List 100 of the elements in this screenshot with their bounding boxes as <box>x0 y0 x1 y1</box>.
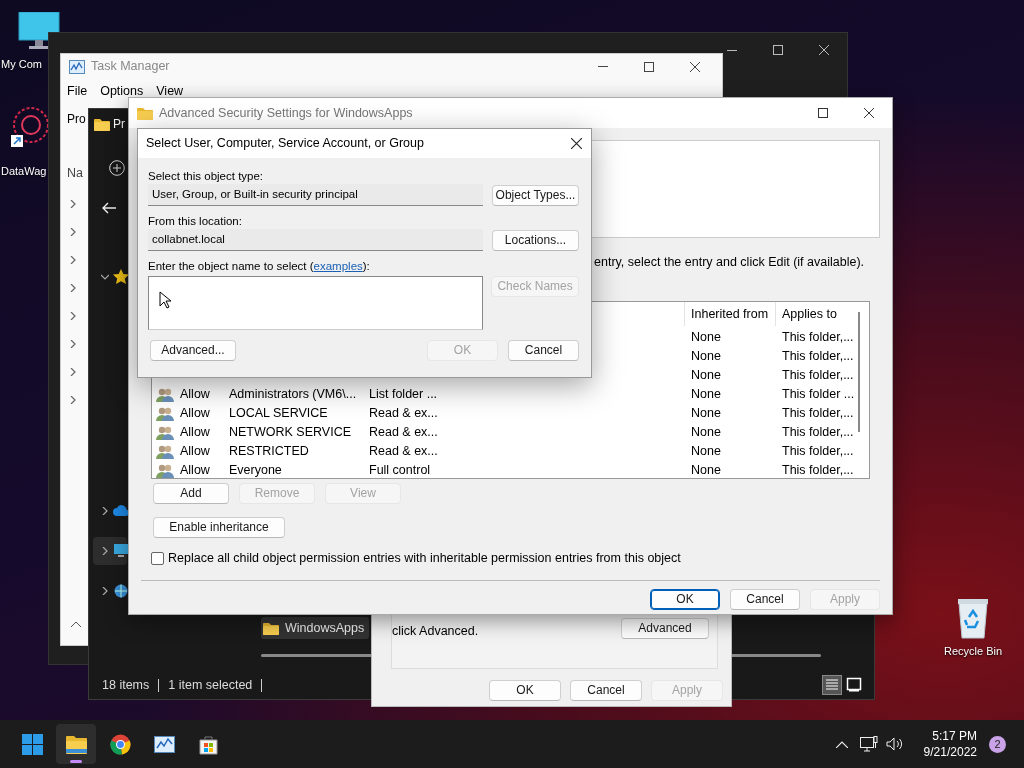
icon-label[interactable]: Recycle Bin <box>944 643 1003 660</box>
scrollbar[interactable] <box>858 312 860 432</box>
table-cell-text: Allow <box>180 386 210 404</box>
clock-time[interactable]: 5:17 PM <box>932 728 977 744</box>
add-icon[interactable] <box>109 159 125 176</box>
chevron-up-icon[interactable] <box>835 740 848 748</box>
dialog-button[interactable]: Cancel <box>730 588 800 610</box>
users-icon <box>156 443 174 460</box>
folder-icon <box>137 106 153 120</box>
list-icon <box>824 677 840 693</box>
back-arrow-icon[interactable] <box>102 201 116 214</box>
dialog-button[interactable]: OK <box>650 588 720 610</box>
window-title: Task Manager <box>91 58 170 76</box>
maximize-icon <box>644 61 654 72</box>
field-label: From this location: <box>148 214 243 229</box>
table-cell: This folder,... <box>782 349 854 364</box>
column-header[interactable]: Inherited from <box>684 302 775 326</box>
monitor-icon <box>17 12 61 52</box>
table-cell: None <box>691 406 721 421</box>
table-cell: Read & ex... <box>369 425 438 440</box>
table-cell: This folder,... <box>782 368 854 383</box>
advanced-button[interactable]: Advanced <box>621 618 709 639</box>
table-cell: LOCAL SERVICE <box>229 406 328 421</box>
taskbar-app-button[interactable] <box>56 724 96 764</box>
users-icon <box>156 462 174 478</box>
table-cell: None <box>691 330 721 345</box>
icon-label[interactable]: My Com <box>1 56 42 73</box>
shopping-bag-icon <box>197 733 219 755</box>
menu-item[interactable]: View <box>156 84 184 98</box>
status-text: 1 item selected <box>168 676 253 694</box>
dialog-button[interactable]: Cancel <box>570 680 642 701</box>
tab-title[interactable]: Pr <box>113 115 125 133</box>
menu-item[interactable]: Options <box>100 84 144 98</box>
table-cell: Full control <box>369 463 431 478</box>
object-types-button[interactable]: Object Types... <box>492 184 579 206</box>
tab[interactable]: Pro <box>67 112 86 126</box>
recycle-bin-icon <box>956 597 991 639</box>
volume-icon[interactable] <box>885 736 904 752</box>
status-text: 18 items <box>102 676 150 694</box>
tree-item[interactable] <box>93 537 127 565</box>
table-cell: Administrators (VM6\... <box>229 387 357 402</box>
chevron-up-icon <box>71 620 81 627</box>
table-cell-text: Allow <box>180 462 210 478</box>
file-row[interactable]: WindowsApps <box>261 617 369 639</box>
clock-date[interactable]: 9/21/2022 <box>923 744 977 760</box>
folder-icon <box>263 621 279 635</box>
folder-icon <box>65 733 87 755</box>
replace-checkbox[interactable] <box>151 551 164 565</box>
table-cell: List folder ... <box>369 387 438 402</box>
advanced-button[interactable]: Advanced... <box>150 340 236 361</box>
close-icon <box>690 61 700 72</box>
enable-inheritance-button[interactable]: Enable inheritance <box>153 517 285 538</box>
table-cell: RESTRICTED <box>229 444 309 459</box>
cloud-icon <box>113 503 129 519</box>
table-cell-text: Allow <box>180 424 210 442</box>
notification-badge[interactable]: 2 <box>989 735 1006 753</box>
table-cell: This folder,... <box>782 425 854 440</box>
users-icon <box>156 386 174 403</box>
mouse-pointer-icon <box>159 291 171 309</box>
tiles-view-button[interactable] <box>844 675 864 695</box>
location-field: collabnet.local <box>148 229 483 251</box>
minimize-icon <box>598 66 608 67</box>
examples-link[interactable]: examples <box>313 260 363 272</box>
icon-label[interactable]: DataWag <box>1 163 47 180</box>
grid-icon <box>21 733 43 755</box>
maximize-icon <box>773 45 783 55</box>
column-header: Na <box>67 166 83 180</box>
table-cell: Read & ex... <box>369 406 438 421</box>
action-button[interactable]: Add <box>153 483 229 504</box>
table-cell: None <box>691 444 721 459</box>
dialog-button[interactable]: Cancel <box>508 340 579 361</box>
table-cell: None <box>691 463 721 478</box>
instruction-text: entry, select the entry and click Edit (if available). <box>594 255 865 270</box>
chart-icon <box>69 59 85 74</box>
browser-icon <box>109 733 131 755</box>
close-icon <box>570 138 582 149</box>
close-icon <box>819 45 829 55</box>
table-cell: None <box>691 387 721 402</box>
locations-button[interactable]: Locations... <box>492 229 579 251</box>
object-name-field[interactable] <box>148 276 484 330</box>
users-icon <box>156 405 174 422</box>
folder-icon <box>94 117 110 131</box>
chart-icon <box>153 733 175 755</box>
table-cell: NETWORK SERVICE <box>229 425 351 440</box>
maximize-icon <box>818 108 828 118</box>
table-cell-text: Allow <box>180 405 210 423</box>
table-cell: None <box>691 425 721 440</box>
tiles-icon <box>846 677 862 693</box>
dialog-title: Select User, Computer, Service Account, or Group <box>146 135 424 153</box>
dialog-button[interactable]: OK <box>489 680 561 701</box>
table-cell: None <box>691 368 721 383</box>
network-icon <box>113 583 129 599</box>
table-cell: Read & ex... <box>369 444 438 459</box>
close-icon <box>864 108 874 118</box>
menu-item[interactable]: File <box>67 84 88 98</box>
network-icon[interactable] <box>859 736 878 752</box>
table-cell: None <box>691 349 721 364</box>
table-cell: This folder,... <box>782 330 854 345</box>
table-cell: This folder ... <box>782 387 855 402</box>
table-cell: This folder,... <box>782 444 854 459</box>
